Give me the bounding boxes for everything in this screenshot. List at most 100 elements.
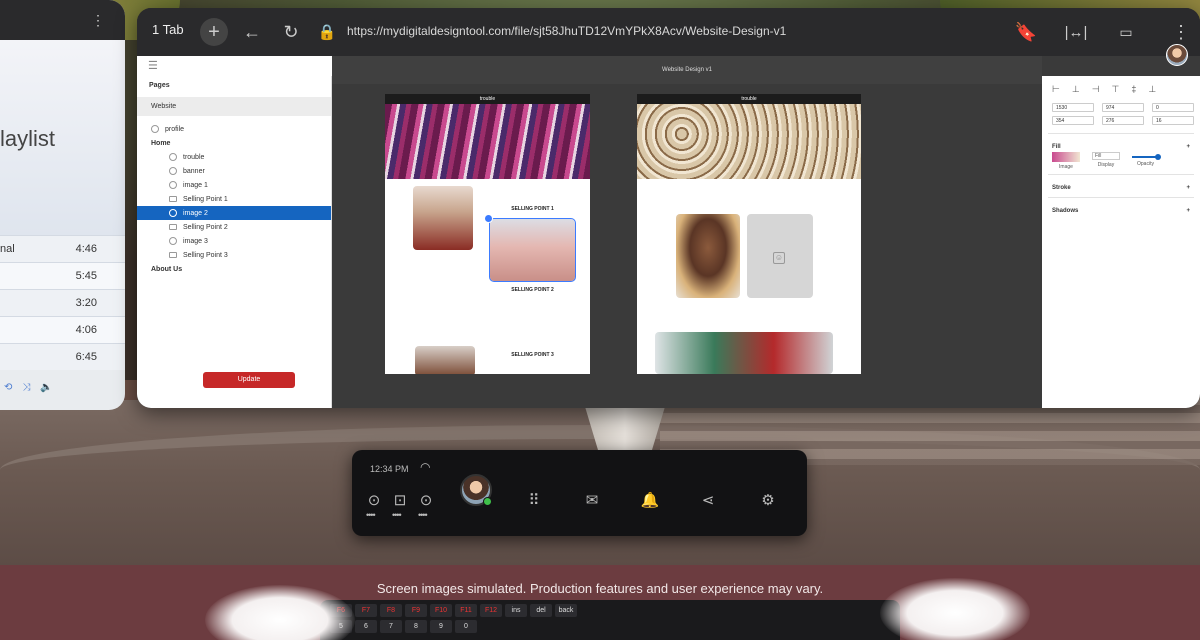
keyboard-key[interactable]: F11 [455, 604, 477, 617]
keyboard-key[interactable]: ins [505, 604, 527, 617]
image-2-selected[interactable] [489, 218, 576, 282]
keyboard-key[interactable]: back [555, 604, 577, 617]
add-fill-icon[interactable]: + [1186, 144, 1190, 150]
track-row[interactable]: nal 4:46 [0, 235, 125, 262]
layer-row[interactable]: image 2 [137, 206, 331, 220]
messenger-icon[interactable]: ✉ [580, 488, 604, 512]
selling-point-3-title: SELLING POINT 3 [511, 352, 554, 358]
tab-count-button[interactable]: 1 Tab [152, 22, 184, 37]
layer-row[interactable]: profile [137, 122, 331, 136]
browser-menu-icon[interactable]: ⋮ [1167, 18, 1195, 46]
divider [1048, 197, 1194, 198]
layer-row[interactable]: Selling Point 2 [137, 220, 331, 234]
rotation-field[interactable]: 0 [1152, 103, 1194, 112]
track-row[interactable]: 4:06 [0, 316, 125, 343]
page-item-website[interactable]: Website [137, 97, 331, 116]
track-row[interactable]: 3:20 [0, 289, 125, 316]
layer-row[interactable]: About Us [137, 262, 331, 276]
layer-row[interactable]: Selling Point 1 [137, 192, 331, 206]
folder-icon [169, 196, 177, 202]
layer-row[interactable]: Selling Point 3 [137, 248, 331, 262]
reload-icon[interactable]: ↻ [277, 18, 305, 46]
keyboard-key[interactable]: 0 [455, 620, 477, 633]
divider [1048, 174, 1194, 175]
keyboard-key[interactable]: 8 [405, 620, 427, 633]
layer-row[interactable]: banner [137, 164, 331, 178]
x-field[interactable]: 1530 [1052, 103, 1094, 112]
layer-row[interactable]: image 1 [137, 178, 331, 192]
fill-mode-select[interactable]: Fill [1092, 152, 1120, 160]
repeat-icon[interactable]: ⟲ [4, 382, 12, 393]
add-stroke-icon[interactable]: + [1186, 185, 1190, 191]
playlist-hero: laylist [0, 40, 125, 235]
vr-headset-icon[interactable]: ⊡ [388, 488, 412, 512]
kebab-menu-icon[interactable]: ⋮ [91, 12, 105, 29]
keyboard-key[interactable]: F8 [380, 604, 402, 617]
people-search-icon[interactable]: ⊙ [414, 488, 438, 512]
artboard-profile[interactable]: trouble ☺ [637, 94, 861, 374]
settings-gear-icon[interactable]: ⚙ [756, 488, 780, 512]
track-row[interactable]: 6:45 [0, 343, 125, 370]
user-avatar[interactable] [1166, 44, 1188, 66]
disclaimer-caption: Screen images simulated. Production feat… [376, 581, 824, 596]
browser-window[interactable]: 1 Tab + ← ↻ 🔒 https://mydigitaldesigntoo… [137, 8, 1200, 408]
player-controls: ⟲ ⤨ 🔈 [0, 370, 125, 405]
lock-icon: 🔒 [317, 24, 337, 41]
hamburger-menu-icon[interactable]: ☰ [148, 59, 158, 72]
keyboard-key[interactable]: 6 [355, 620, 377, 633]
align-toolbar: ⊢ ⊥ ⊣ ⊤ ‡ ⊥ [1042, 76, 1200, 99]
keyboard-key[interactable]: 9 [430, 620, 452, 633]
align-left-icon[interactable]: ⊢ [1052, 84, 1060, 95]
keyboard-key[interactable]: F12 [480, 604, 502, 617]
image-1[interactable] [413, 186, 473, 250]
layer-row[interactable]: trouble [137, 150, 331, 164]
address-bar[interactable]: https://mydigitaldesigntool.com/file/sjt… [347, 24, 786, 38]
track-name: nal [0, 243, 15, 255]
display-mode-icon[interactable]: ▭ [1112, 18, 1140, 46]
music-player-window[interactable]: ⋮ laylist nal 4:46 5:45 3:20 4:06 6:45 ⟲ ⤨ 🔈 [0, 0, 125, 410]
keyboard-key[interactable]: F7 [355, 604, 377, 617]
virtual-keyboard[interactable]: F6F7F8F9F10F11F12insdelback 567890 [320, 600, 900, 640]
share-icon[interactable]: ⋖ [696, 488, 720, 512]
app-grid-icon[interactable]: ⠿ [522, 488, 546, 512]
height-field[interactable]: 276 [1102, 116, 1144, 125]
selection-handle[interactable] [484, 214, 493, 223]
banner-image[interactable] [637, 104, 861, 179]
layer-row[interactable]: image 3 [137, 234, 331, 248]
artboard-home-mobile[interactable]: trouble SELLING POINT 1 SELLING POINT 2 … [385, 94, 590, 374]
align-right-icon[interactable]: ⊣ [1092, 84, 1100, 95]
keyboard-key[interactable]: F10 [430, 604, 452, 617]
track-row[interactable]: 5:45 [0, 262, 125, 289]
align-center-icon[interactable]: ⊥ [1072, 84, 1080, 95]
align-top-icon[interactable]: ⊤ [1112, 84, 1120, 95]
update-button[interactable]: Update [203, 372, 295, 388]
opacity-slider[interactable] [1132, 154, 1161, 160]
radius-field[interactable]: 16 [1152, 116, 1194, 125]
keyboard-key[interactable]: F9 [405, 604, 427, 617]
new-tab-plus-icon[interactable]: + [200, 18, 228, 46]
align-bottom-icon[interactable]: ⊥ [1148, 84, 1156, 95]
banner-image[interactable] [385, 104, 590, 179]
back-arrow-icon[interactable]: ← [238, 18, 266, 46]
notifications-bell-icon[interactable]: 🔔 [638, 488, 662, 512]
layer-row[interactable]: Home [137, 136, 331, 150]
layer-list: profile Home trouble banner image 1 Selling P… [137, 122, 331, 276]
shuffle-icon[interactable]: ⤨ [22, 382, 30, 393]
divider [1048, 133, 1194, 134]
y-field[interactable]: 974 [1102, 103, 1144, 112]
portrait-image[interactable] [676, 214, 740, 298]
add-shadow-icon[interactable]: + [1186, 208, 1190, 214]
group-photo[interactable] [655, 332, 833, 374]
wifi-icon: ◠ [420, 460, 431, 474]
keyboard-key[interactable]: 7 [380, 620, 402, 633]
fill-swatch[interactable] [1052, 152, 1080, 162]
image-3[interactable] [415, 346, 475, 374]
volume-icon[interactable]: 🔈 [40, 382, 52, 393]
align-middle-icon[interactable]: ‡ [1131, 84, 1136, 95]
expand-width-icon[interactable]: |↔| [1062, 18, 1090, 46]
app-search-icon[interactable]: ⊙ [362, 488, 386, 512]
bookmark-icon[interactable]: 🔖 [1012, 18, 1040, 46]
opacity-label: Opacity [1137, 161, 1154, 167]
keyboard-key[interactable]: del [530, 604, 552, 617]
width-field[interactable]: 354 [1052, 116, 1094, 125]
